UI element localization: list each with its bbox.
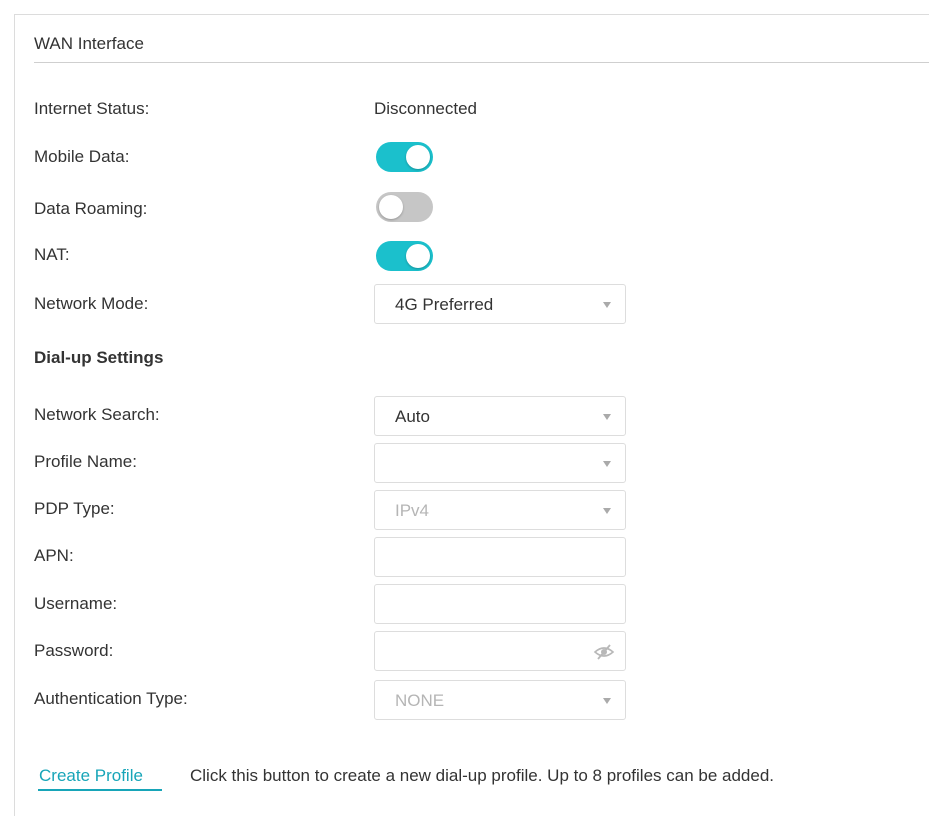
network-search-value: Auto [395, 407, 430, 426]
mobile-data-label: Mobile Data: [34, 147, 130, 166]
toggle-knob [406, 145, 430, 169]
network-search-label: Network Search: [34, 405, 160, 424]
mobile-data-toggle[interactable] [376, 142, 433, 172]
profile-name-select[interactable] [374, 443, 626, 483]
network-mode-value: 4G Preferred [395, 295, 494, 314]
caret-down-icon [603, 508, 611, 514]
pdp-type-label: PDP Type: [34, 499, 115, 518]
toggle-knob [379, 195, 403, 219]
password-label: Password: [34, 641, 114, 660]
username-input[interactable] [374, 584, 626, 624]
auth-type-select[interactable]: NONE [374, 680, 626, 720]
caret-down-icon [603, 414, 611, 420]
toggle-knob [406, 244, 430, 268]
username-label: Username: [34, 594, 118, 613]
title-divider [34, 62, 929, 63]
data-roaming-toggle[interactable] [376, 192, 433, 222]
apn-label: APN: [34, 546, 74, 565]
caret-down-icon [603, 698, 611, 704]
apn-input[interactable] [374, 537, 626, 577]
pdp-type-select[interactable]: IPv4 [374, 490, 626, 530]
password-input[interactable] [374, 631, 626, 671]
caret-down-icon [603, 461, 611, 467]
profile-name-label: Profile Name: [34, 452, 137, 471]
pdp-type-value: IPv4 [395, 501, 430, 520]
create-profile-hint: Click this button to create a new dial-u… [190, 766, 775, 785]
nat-label: NAT: [34, 245, 70, 264]
dialup-settings-heading: Dial-up Settings [34, 348, 164, 367]
auth-type-label: Authentication Type: [34, 689, 188, 708]
panel-title: WAN Interface [34, 34, 144, 53]
auth-type-value: NONE [395, 691, 445, 710]
network-mode-label: Network Mode: [34, 294, 149, 313]
internet-status-value: Disconnected [374, 99, 478, 118]
create-profile-link[interactable]: Create Profile [39, 766, 143, 786]
eye-slash-icon[interactable] [593, 643, 615, 661]
internet-status-label: Internet Status: [34, 99, 150, 118]
nat-toggle[interactable] [376, 241, 433, 271]
network-mode-select[interactable]: 4G Preferred [374, 284, 626, 324]
caret-down-icon [603, 302, 611, 308]
network-search-select[interactable]: Auto [374, 396, 626, 436]
create-profile-underline [38, 789, 162, 791]
data-roaming-label: Data Roaming: [34, 199, 148, 218]
